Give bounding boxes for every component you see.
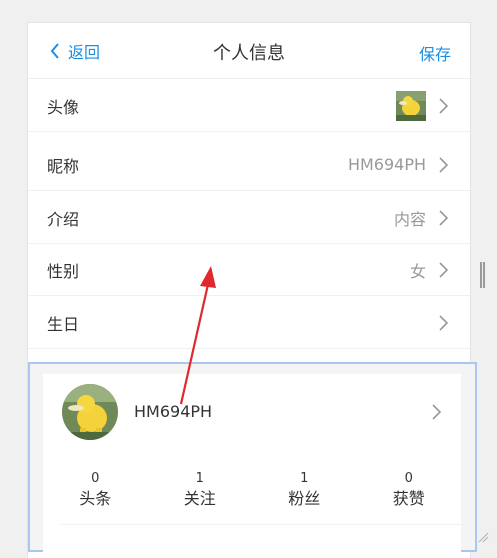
row-gender[interactable]: 性别 女 bbox=[28, 244, 470, 296]
chevron-right-icon bbox=[439, 156, 448, 173]
chevron-right-icon bbox=[439, 209, 448, 226]
avatar[interactable] bbox=[62, 384, 118, 440]
row-avatar[interactable]: 头像 bbox=[28, 80, 470, 132]
row-label: 头像 bbox=[47, 97, 80, 117]
row-birthday[interactable]: 生日 bbox=[28, 297, 470, 349]
divider bbox=[61, 524, 461, 525]
chevron-right-icon bbox=[439, 97, 448, 114]
row-label: 介绍 bbox=[47, 209, 80, 229]
stat-label: 关注 bbox=[183, 489, 216, 508]
row-value: HM694PH bbox=[347, 155, 426, 174]
stat-likes[interactable]: 0 获赞 bbox=[357, 470, 462, 518]
row-label: 性别 bbox=[47, 261, 80, 281]
save-button[interactable]: 保存 bbox=[419, 41, 451, 65]
row-value: 内容 bbox=[393, 209, 426, 229]
avatar bbox=[396, 91, 426, 121]
row-intro[interactable]: 介绍 内容 bbox=[28, 192, 470, 244]
chevron-right-icon[interactable] bbox=[432, 404, 441, 420]
profile-card: HM694PH 0 头条 1 关注 1 粉丝 0 获赞 bbox=[43, 374, 461, 558]
row-label: 生日 bbox=[47, 314, 80, 334]
stat-label: 粉丝 bbox=[288, 489, 321, 508]
stat-label: 头条 bbox=[79, 489, 112, 508]
stat-count: 1 bbox=[195, 471, 204, 486]
row-value: 女 bbox=[409, 261, 426, 281]
profile-name[interactable]: HM694PH bbox=[134, 402, 212, 421]
stat-count: 0 bbox=[91, 471, 100, 486]
stat-count: 1 bbox=[300, 471, 309, 486]
stat-label: 获赞 bbox=[392, 489, 425, 508]
chevron-right-icon bbox=[439, 314, 448, 331]
chevron-right-icon bbox=[439, 261, 448, 278]
resize-grip-icon[interactable] bbox=[477, 531, 489, 543]
stat-articles[interactable]: 0 头条 bbox=[43, 470, 148, 518]
profile-stats: 0 头条 1 关注 1 粉丝 0 获赞 bbox=[43, 470, 461, 518]
row-label: 昵称 bbox=[47, 156, 80, 176]
stat-following[interactable]: 1 关注 bbox=[148, 470, 253, 518]
nav-header: 返回 个人信息 保存 bbox=[28, 23, 470, 79]
stat-followers[interactable]: 1 粉丝 bbox=[252, 470, 357, 518]
row-nickname[interactable]: 昵称 HM694PH bbox=[28, 139, 470, 191]
page-title: 个人信息 bbox=[213, 43, 285, 64]
stat-count: 0 bbox=[404, 471, 413, 486]
splitter-handle[interactable] bbox=[480, 262, 485, 288]
